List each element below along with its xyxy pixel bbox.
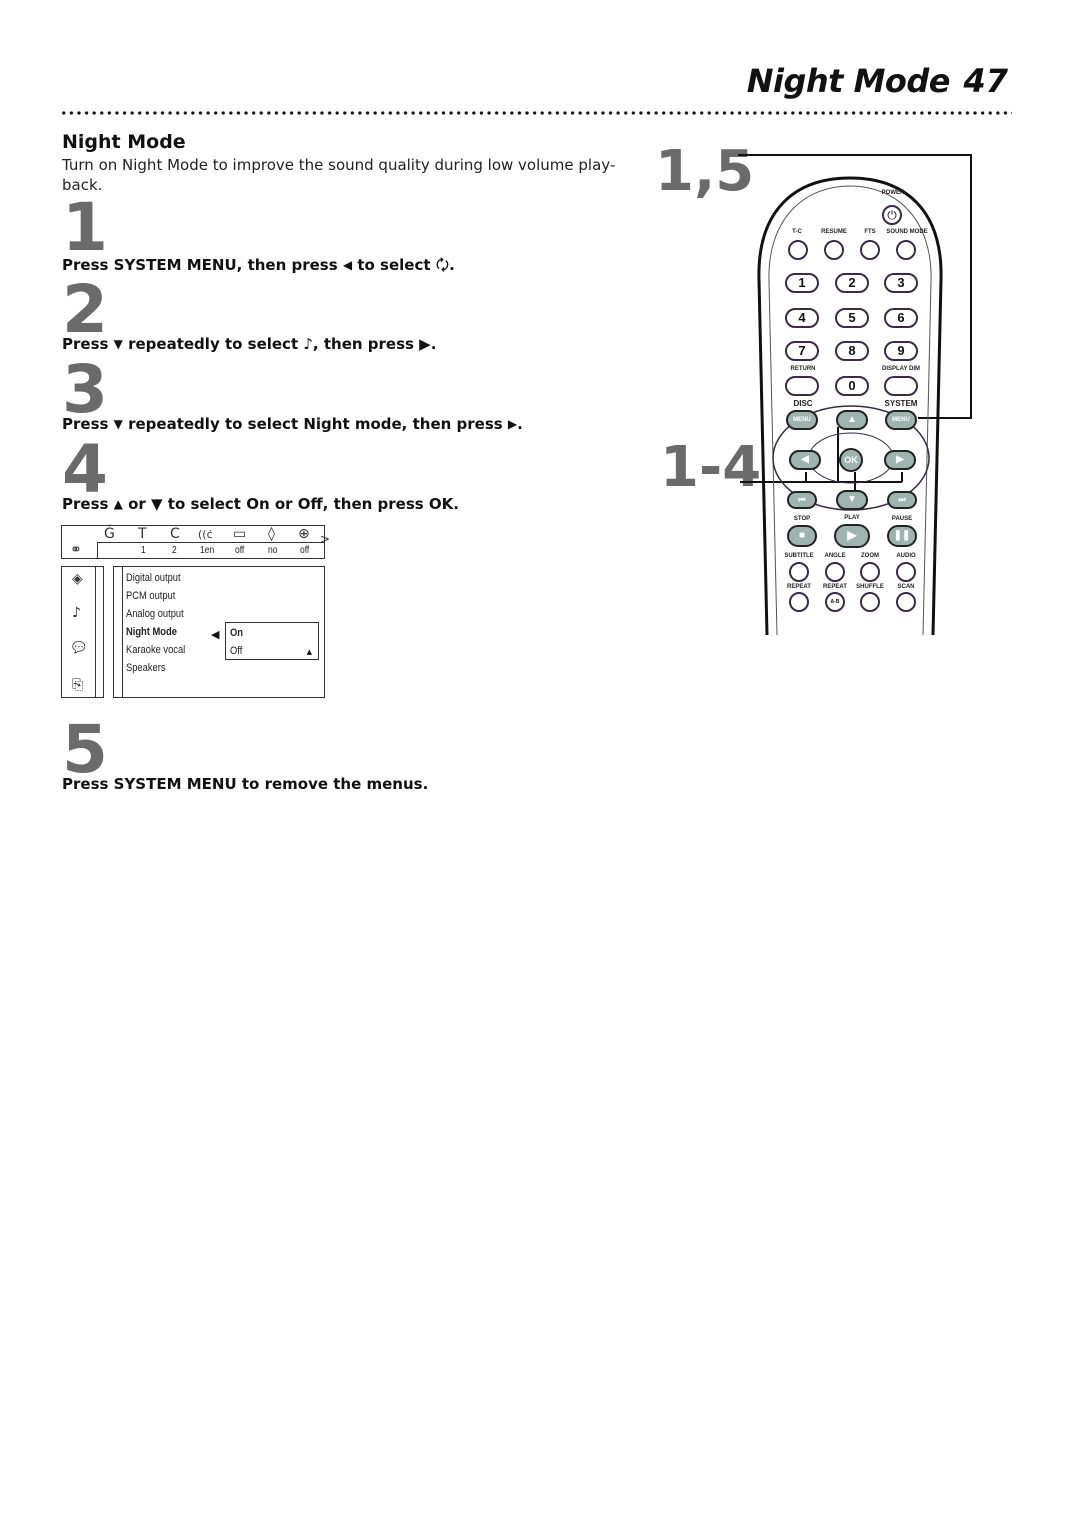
scan-button[interactable] <box>896 592 916 612</box>
number-1-button[interactable]: 1 <box>785 273 819 293</box>
repeat-button[interactable] <box>789 592 809 612</box>
left-button[interactable]: ◀ <box>789 450 821 470</box>
zoom-label: ZOOM <box>861 553 879 559</box>
audio-button[interactable] <box>896 562 916 582</box>
up-button[interactable]: ▲ <box>836 410 868 430</box>
next-button[interactable]: ⏭ <box>887 491 917 509</box>
pause-icon: ❚❚ <box>893 530 911 541</box>
pause-button[interactable]: ❚❚ <box>887 525 917 547</box>
tc-button[interactable] <box>788 240 808 260</box>
play-label: PLAY <box>844 515 860 521</box>
return-button[interactable] <box>785 376 819 396</box>
stop-label: STOP <box>793 516 811 522</box>
previous-icon: ⏮ <box>798 495 806 504</box>
shuffle-label: SHUFFLE <box>856 584 884 590</box>
repeat-label: REPEAT <box>787 584 811 590</box>
angle-label: ANGLE <box>824 553 846 559</box>
shuffle-button[interactable] <box>860 592 880 612</box>
sound-mode-button[interactable] <box>896 240 916 260</box>
repeat-ab-button[interactable]: A-B <box>825 592 845 612</box>
up-arrow-icon: ▲ <box>847 414 857 425</box>
ok-button[interactable]: OK <box>839 448 863 472</box>
disc-label: DISC <box>793 399 813 408</box>
number-3-button[interactable]: 3 <box>884 273 918 293</box>
disc-menu-button[interactable]: MENU <box>786 410 818 430</box>
tc-label: T-C <box>792 229 802 235</box>
number-5-button[interactable]: 5 <box>835 308 869 328</box>
angle-button[interactable] <box>825 562 845 582</box>
play-icon: ▶ <box>847 528 857 542</box>
step-5-number: 5 <box>62 711 108 788</box>
number-2-button[interactable]: 2 <box>835 273 869 293</box>
system-label: SYSTEM <box>884 399 918 408</box>
play-button[interactable]: ▶ <box>834 524 870 548</box>
resume-button[interactable] <box>824 240 844 260</box>
power-icon: ⏻ <box>887 208 897 222</box>
number-0-button[interactable]: 0 <box>835 376 869 396</box>
number-7-button[interactable]: 7 <box>785 341 819 361</box>
right-button[interactable]: ▶ <box>884 450 916 470</box>
return-label: RETURN <box>790 366 816 372</box>
right-arrow-icon: ▶ <box>896 454 904 465</box>
remote-control: POWER ⏻ T-C RESUME FTS SOUND MODE 1 2 3 … <box>755 170 945 640</box>
subtitle-button[interactable] <box>789 562 809 582</box>
stop-button[interactable]: ■ <box>787 525 817 547</box>
down-button[interactable]: ▼ <box>836 490 868 510</box>
step-5-instruction: Press SYSTEM MENU to remove the menus. <box>62 775 429 793</box>
zoom-button[interactable] <box>860 562 880 582</box>
repeat-ab-label: REPEAT <box>823 584 847 590</box>
sound-mode-label: SOUND MODE <box>886 229 928 235</box>
fts-button[interactable] <box>860 240 880 260</box>
stop-icon: ■ <box>798 530 806 541</box>
fts-label: FTS <box>864 229 876 235</box>
power-button[interactable]: ⏻ <box>882 205 902 225</box>
subtitle-label: SUBTITLE <box>784 553 814 559</box>
down-arrow-icon: ▼ <box>847 494 857 505</box>
number-8-button[interactable]: 8 <box>835 341 869 361</box>
audio-label: AUDIO <box>896 553 916 559</box>
previous-button[interactable]: ⏮ <box>787 491 817 509</box>
system-menu-button[interactable]: MENU <box>885 410 917 430</box>
display-dim-button[interactable] <box>884 376 918 396</box>
number-4-button[interactable]: 4 <box>785 308 819 328</box>
pause-label: PAUSE <box>891 516 913 522</box>
display-dim-label: DISPLAY DIM <box>881 366 921 372</box>
power-label: POWER <box>881 190 905 196</box>
resume-label: RESUME <box>821 229 847 235</box>
left-arrow-icon: ◀ <box>801 454 809 465</box>
next-icon: ⏭ <box>898 495 906 504</box>
number-9-button[interactable]: 9 <box>884 341 918 361</box>
number-6-button[interactable]: 6 <box>884 308 918 328</box>
scan-label: SCAN <box>897 584 915 590</box>
